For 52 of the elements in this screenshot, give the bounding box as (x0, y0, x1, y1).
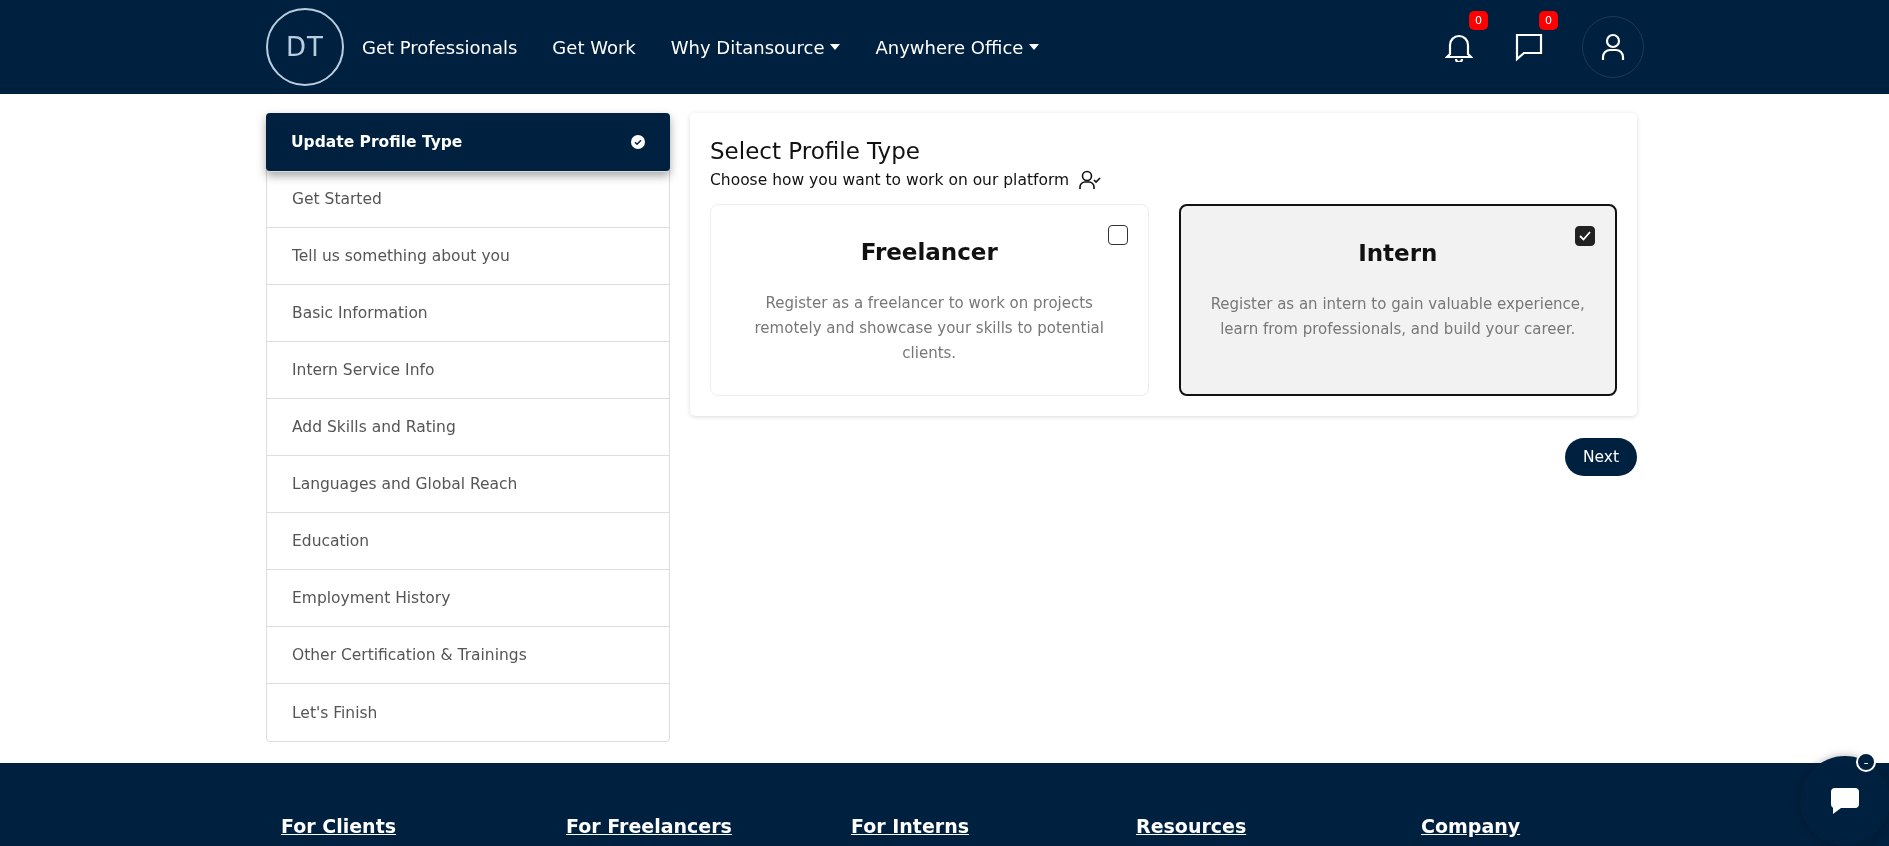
section-title: Select Profile Type (710, 138, 921, 164)
step-item[interactable]: Basic Information (267, 285, 669, 342)
nav-dropdown[interactable]: Why Ditansource (670, 36, 841, 58)
footer-heading-link[interactable]: For Clients (281, 815, 397, 837)
section-subtitle: Choose how you want to work on our platform (710, 171, 1070, 189)
step-item[interactable]: Education (267, 513, 669, 570)
nav-link[interactable]: Get Professionals (362, 36, 518, 58)
footer-heading-link[interactable]: Company (1421, 815, 1521, 837)
footer-heading-link[interactable]: For Freelancers (566, 815, 732, 837)
chat-bubble-icon (1829, 786, 1861, 816)
step-label: Tell us something about you (292, 247, 510, 265)
user-icon (1601, 33, 1625, 61)
user-check-icon (1079, 170, 1102, 190)
logo[interactable]: DT (266, 8, 344, 86)
nav-link[interactable]: Get Work (552, 36, 636, 58)
step-label: Add Skills and Rating (292, 418, 456, 436)
profile-option-card[interactable]: Intern Register as an intern to gain valuable experience, learn from professionals, and build your career. (1178, 204, 1617, 396)
notification-count: 0 (1469, 11, 1488, 30)
step-label: Other Certification & Trainings (292, 646, 527, 664)
message-icon (1514, 32, 1544, 62)
profile-option-card[interactable]: Freelancer Register as a freelancer to work on projects remotely and showcase your skills to potential clients. (710, 204, 1149, 396)
step-item[interactable]: Employment History (267, 570, 669, 627)
check-icon (1579, 231, 1591, 241)
step-item[interactable]: Intern Service Info (267, 342, 669, 399)
step-item[interactable]: Other Certification & Trainings (267, 627, 669, 684)
step-label: Employment History (292, 589, 451, 607)
step-label: Basic Information (292, 304, 428, 322)
option-title: Freelancer (860, 239, 998, 265)
step-item[interactable]: Update Profile Type (266, 113, 670, 172)
step-label: Intern Service Info (292, 361, 435, 379)
step-label: Languages and Global Reach (292, 475, 518, 493)
step-item[interactable]: Get Started (267, 171, 669, 228)
message-count: 0 (1539, 11, 1558, 30)
step-label: Let's Finish (292, 703, 378, 722)
option-title: Intern (1358, 240, 1438, 266)
step-label: Education (292, 532, 370, 550)
checkbox[interactable] (1107, 225, 1128, 245)
step-item[interactable]: Languages and Global Reach (267, 456, 669, 513)
footer-heading-link[interactable]: For Interns (851, 815, 970, 837)
option-description: Register as a freelancer to work on projects remotely and showcase your skills to potential clients. (753, 293, 1105, 364)
minimize-badge[interactable]: - (1856, 752, 1876, 772)
step-label: Get Started (292, 190, 382, 208)
option-description: Register as an intern to gain valuable experience, learn from professionals, and build your career. (1210, 294, 1585, 340)
step-item[interactable]: Let's Finish (267, 684, 669, 741)
nav-dropdown[interactable]: Anywhere Office (875, 36, 1040, 58)
next-button[interactable]: Next (1564, 438, 1637, 476)
bell-icon (1445, 32, 1473, 62)
footer-heading-link[interactable]: Resources (1136, 815, 1247, 837)
step-label: Update Profile Type (291, 133, 463, 151)
step-item[interactable]: Add Skills and Rating (267, 399, 669, 456)
checkbox[interactable] (1575, 226, 1595, 246)
step-item[interactable]: Tell us something about you (267, 228, 669, 285)
